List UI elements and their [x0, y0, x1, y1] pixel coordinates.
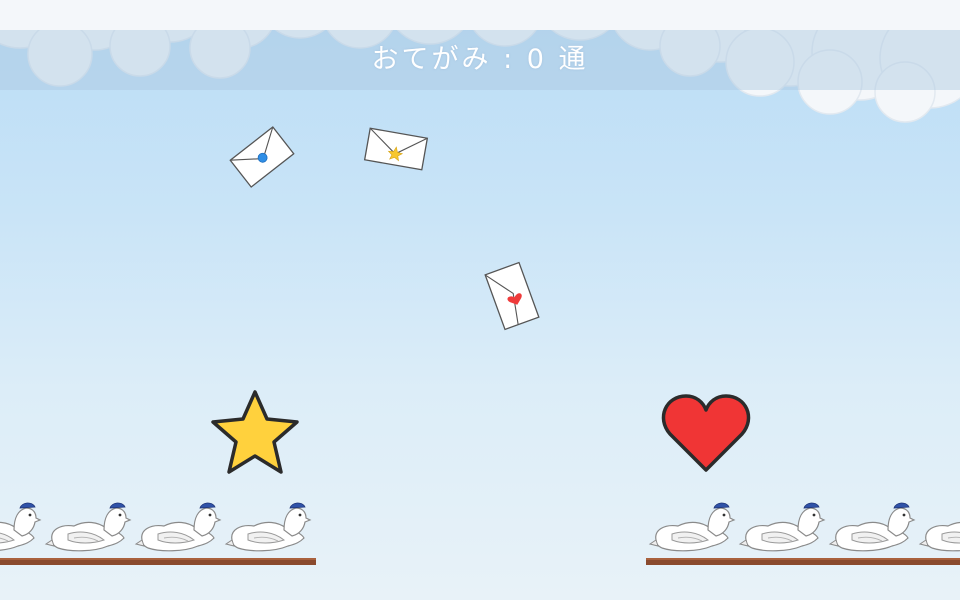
letter-star-envelope[interactable]	[360, 122, 432, 176]
letter-blue-envelope[interactable]	[225, 122, 299, 192]
letter-heart-envelope[interactable]	[480, 258, 544, 334]
left-perch	[0, 496, 320, 570]
right-pigeon-flock	[646, 502, 960, 565]
star-target-icon[interactable]	[208, 388, 302, 478]
game-stage[interactable]: おてがみ : 0 通	[0, 0, 960, 600]
heart-target-icon[interactable]	[660, 390, 752, 476]
right-perch	[640, 496, 960, 570]
left-pigeon-flock	[0, 502, 316, 565]
letter-count-label: おてがみ : 0 通	[371, 44, 589, 75]
